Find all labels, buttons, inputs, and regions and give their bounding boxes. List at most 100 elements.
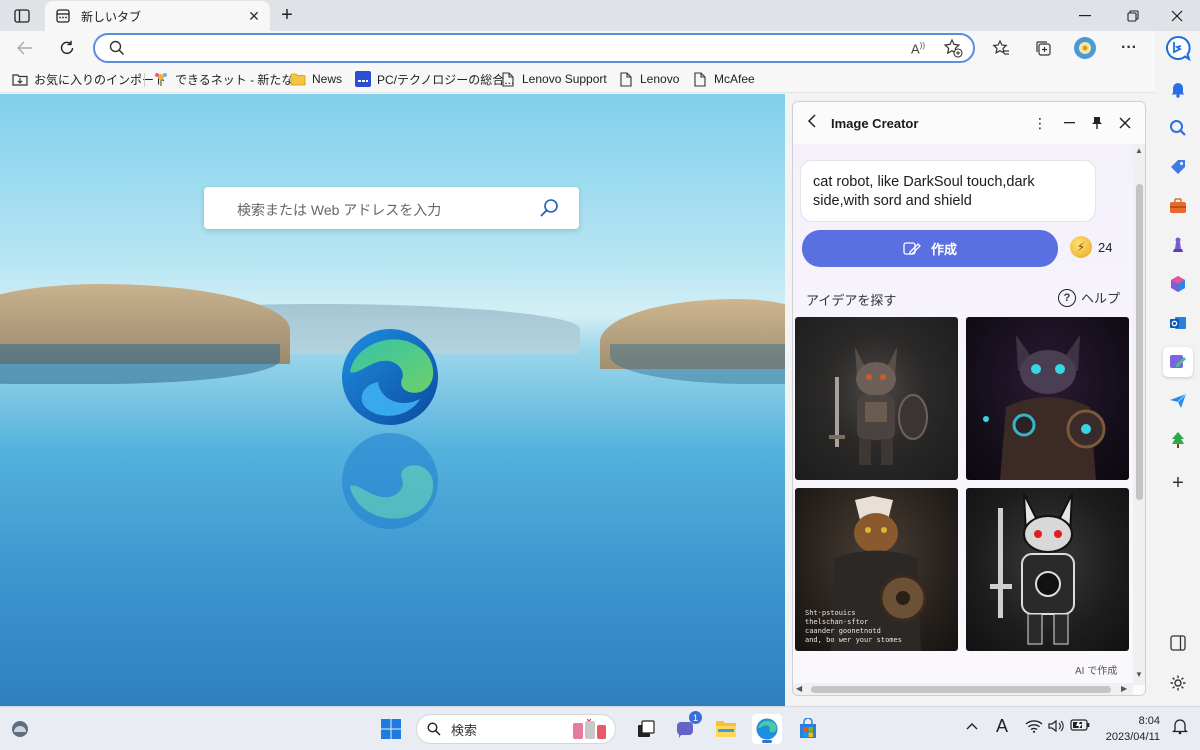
e-tree-icon[interactable] — [1163, 425, 1193, 455]
pane-vertical-scrollbar[interactable]: ▲ ▼ — [1133, 144, 1145, 685]
add-sidebar-app-icon[interactable]: + — [1163, 468, 1193, 498]
scroll-up-icon[interactable]: ▲ — [1135, 146, 1143, 155]
outlook-icon[interactable] — [1163, 308, 1193, 338]
new-tab-button[interactable]: + — [276, 4, 298, 26]
idea-image-2[interactable] — [966, 317, 1129, 480]
help-link[interactable]: ? ヘルプ — [1058, 288, 1120, 307]
title-bar: 新しいタブ ✕ + — [0, 0, 1200, 31]
scroll-down-icon[interactable]: ▼ — [1135, 670, 1143, 679]
create-button[interactable]: 作成 — [802, 230, 1058, 267]
page-icon — [692, 71, 708, 87]
read-aloud-glyph: A — [911, 41, 920, 57]
pane-more-icon[interactable]: ⋮ — [1029, 112, 1051, 134]
create-brush-icon — [903, 241, 921, 257]
favorite-item-pc-site[interactable]: PC/テクノロジーの総合... — [355, 70, 514, 88]
microsoft-365-icon[interactable] — [1163, 269, 1193, 299]
bing-chat-icon[interactable] — [1163, 33, 1193, 63]
favorite-label: Lenovo — [640, 72, 680, 86]
collections-icon[interactable] — [1030, 36, 1056, 60]
add-favorite-icon[interactable] — [943, 38, 963, 61]
favorites-icon[interactable] — [988, 36, 1014, 60]
active-app-indicator — [762, 740, 772, 743]
address-input[interactable] — [135, 39, 895, 57]
favorite-item-news[interactable]: News — [290, 70, 342, 88]
pane-minimize-icon[interactable] — [1058, 112, 1080, 134]
scrollbar-thumb[interactable] — [811, 686, 1111, 693]
new-tab-page: 検索または Web アドレスを入力 — [0, 94, 785, 706]
background-shore — [0, 344, 280, 384]
page-search-icon[interactable] — [538, 197, 560, 222]
profile-avatar[interactable] — [1072, 36, 1098, 60]
favorites-separator — [144, 73, 145, 87]
teams-notification-badge: 1 — [689, 711, 702, 724]
microsoft-store-icon[interactable] — [793, 714, 823, 744]
favorite-item-lenovo[interactable]: Lenovo — [618, 70, 679, 88]
taskbar-search-label: 検索 — [451, 722, 478, 738]
widgets-weather-icon[interactable] — [5, 714, 35, 744]
pane-pin-icon[interactable] — [1086, 112, 1108, 134]
prompt-input[interactable]: cat robot, like DarkSoul touch,dark side… — [800, 160, 1096, 222]
idea-image-1[interactable] — [795, 317, 958, 480]
tab-actions-icon[interactable] — [10, 6, 34, 26]
address-bar[interactable]: A)) — [93, 33, 975, 63]
favorite-label: News — [312, 72, 343, 86]
battery-icon[interactable] — [1070, 719, 1090, 734]
favorite-item-lenovo-support[interactable]: Lenovo Support — [500, 70, 607, 88]
robot-cat-image — [829, 347, 928, 465]
pane-back-icon[interactable] — [807, 114, 817, 131]
page-search-box[interactable]: 検索または Web アドレスを入力 — [204, 187, 579, 229]
volume-icon[interactable] — [1048, 719, 1064, 736]
ime-indicator[interactable]: A — [996, 716, 1008, 737]
task-view-icon[interactable] — [631, 714, 661, 744]
hide-sidebar-icon[interactable] — [1163, 628, 1193, 658]
new-tab-favicon-icon — [55, 8, 71, 24]
tray-overflow-chevron-icon[interactable] — [966, 719, 978, 733]
shopping-tag-icon[interactable] — [1163, 152, 1193, 182]
settings-more-icon[interactable]: ··· — [1116, 36, 1142, 60]
favorite-item-dekiru[interactable]: できるネット - 新たな... — [153, 70, 303, 88]
favorite-label: PC/テクノロジーの総合... — [377, 72, 515, 87]
pane-close-icon[interactable] — [1114, 112, 1136, 134]
restore-icon[interactable] — [1110, 0, 1156, 31]
background-shore — [610, 344, 785, 384]
image-creator-icon[interactable] — [1163, 347, 1193, 377]
favorite-item-mcafee[interactable]: McAfee — [692, 70, 755, 88]
scroll-left-icon[interactable]: ◀ — [796, 684, 802, 693]
idea-image-4[interactable] — [966, 488, 1129, 651]
clock-date: 2023/04/11 — [1105, 731, 1160, 743]
teams-chat-icon[interactable]: 1 — [670, 711, 702, 744]
search-highlight-image — [573, 718, 606, 739]
minimize-icon[interactable] — [1062, 0, 1108, 31]
edge-taskbar-icon[interactable] — [752, 714, 782, 744]
sidebar-settings-gear-icon[interactable] — [1163, 668, 1193, 698]
tools-briefcase-icon[interactable] — [1163, 191, 1193, 221]
file-explorer-icon[interactable] — [711, 714, 741, 744]
tab-new-tab[interactable]: 新しいタブ ✕ — [45, 1, 270, 31]
taskbar-search-box[interactable]: 検索 — [416, 714, 616, 744]
page-icon — [618, 71, 634, 87]
games-chess-icon[interactable] — [1163, 230, 1193, 260]
close-window-icon[interactable] — [1154, 0, 1200, 31]
scrollbar-thumb[interactable] — [1136, 184, 1143, 500]
address-toolbar: A)) ··· — [0, 31, 1155, 65]
favorites-bar: お気に入りのインポート できるネット - 新たな... News PC/テクノロ… — [0, 65, 1155, 93]
close-tab-icon[interactable]: ✕ — [246, 8, 262, 24]
pane-horizontal-scrollbar[interactable]: ◀ ▶ — [793, 683, 1133, 695]
thumb-caption: Sht·pstouics thelschan·sftor caander goo… — [805, 609, 902, 644]
wifi-icon[interactable] — [1025, 719, 1043, 736]
read-aloud-icon[interactable]: A)) — [911, 41, 925, 56]
start-windows-icon[interactable] — [376, 714, 406, 744]
sidebar-search-icon[interactable] — [1163, 113, 1193, 143]
notification-center-icon[interactable] — [1171, 717, 1189, 738]
favorite-item-import[interactable]: お気に入りのインポート — [12, 70, 166, 88]
drop-send-icon[interactable] — [1163, 386, 1193, 416]
taskbar-clock[interactable]: 8:04 2023/04/11 — [1098, 713, 1160, 745]
back-icon[interactable] — [12, 36, 38, 60]
help-question-icon: ? — [1058, 288, 1076, 307]
boost-lightning-icon: ⚡ — [1070, 236, 1092, 258]
scroll-right-icon[interactable]: ▶ — [1121, 684, 1127, 693]
refresh-icon[interactable] — [54, 36, 80, 60]
idea-image-3[interactable]: Sht·pstouics thelschan·sftor caander goo… — [795, 488, 958, 651]
notifications-bell-icon[interactable] — [1163, 74, 1193, 104]
help-label: ヘルプ — [1081, 291, 1121, 306]
